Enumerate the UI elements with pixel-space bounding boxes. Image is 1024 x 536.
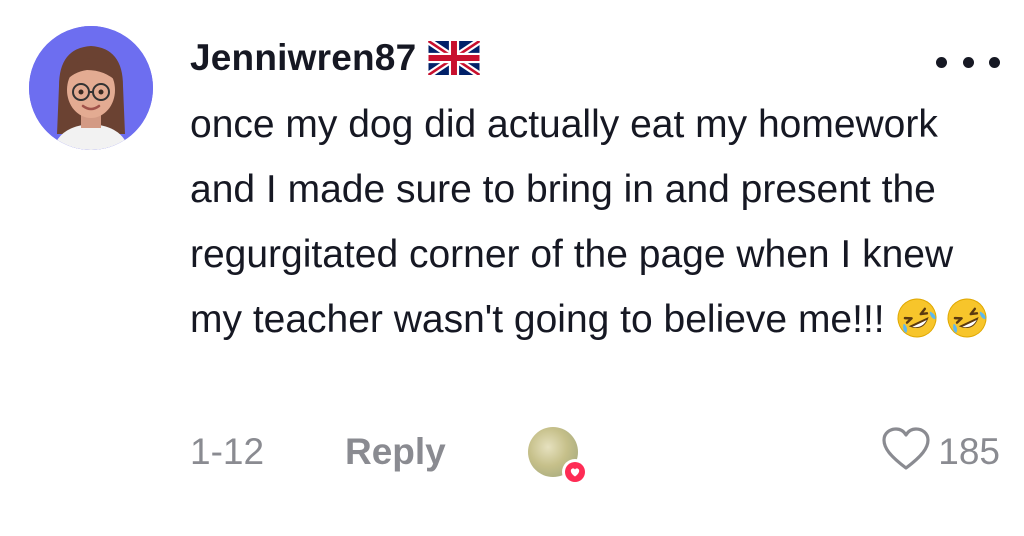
heart-outline-icon	[880, 426, 932, 477]
comment-body: Jenniwren87 once my dog did actually eat…	[190, 30, 990, 352]
rolling-on-floor-laughing-icon	[945, 295, 989, 339]
comment-header: Jenniwren87	[190, 30, 990, 86]
rolling-on-floor-laughing-icon	[895, 295, 939, 339]
comment-footer: 1-12 Reply 185	[190, 420, 1010, 485]
emoji-group	[895, 295, 989, 339]
comment-text: once my dog did actually eat my homework…	[190, 92, 990, 352]
more-dot	[989, 56, 1000, 68]
more-options-icon[interactable]	[936, 50, 1000, 74]
creator-heart-badge-icon	[562, 459, 588, 485]
reply-button[interactable]: Reply	[345, 431, 525, 473]
comment-item: Jenniwren87 once my dog did actually eat…	[0, 0, 1024, 536]
comment-text-content: once my dog did actually eat my homework…	[190, 103, 954, 341]
more-dot	[936, 56, 947, 68]
uk-flag-icon	[426, 38, 482, 78]
like-button[interactable]: 185	[880, 426, 1000, 477]
username[interactable]: Jenniwren87	[190, 37, 416, 79]
more-dot	[962, 56, 974, 68]
creator-liked-avatar	[528, 427, 588, 485]
commenter-avatar[interactable]	[29, 26, 153, 150]
like-count: 185	[938, 430, 1000, 472]
comment-timestamp: 1-12	[190, 431, 265, 472]
